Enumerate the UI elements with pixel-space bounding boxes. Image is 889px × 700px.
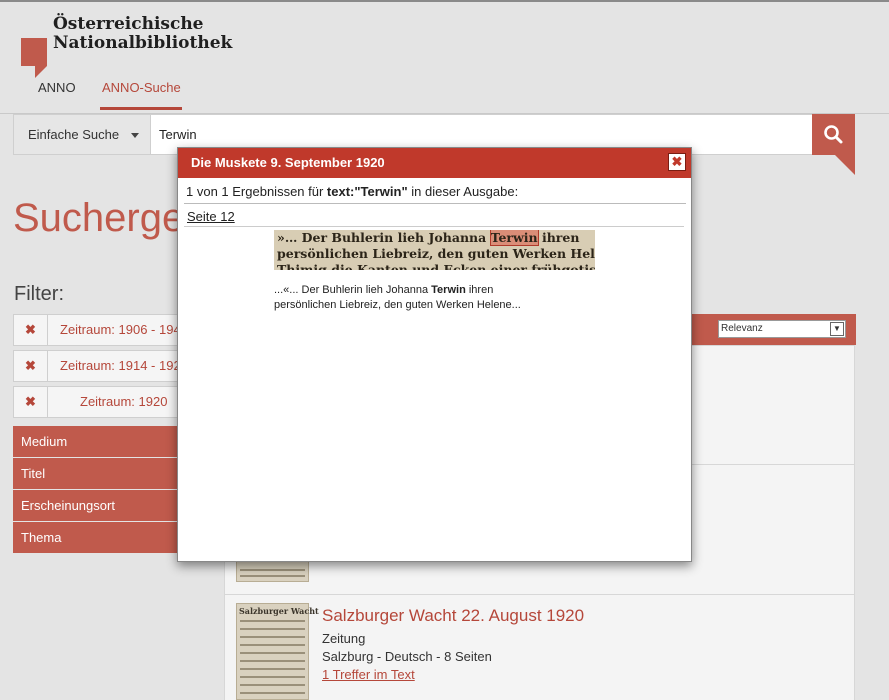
search-button-tail [834,154,855,175]
search-mode-dropdown[interactable]: Einfache Suche [14,115,151,154]
hit-snippet: ...«... Der Buhlerin lieh Johanna Terwin… [274,283,574,313]
search-button[interactable] [812,114,855,155]
scan-text: ihren [537,230,580,245]
nav-active-indicator [100,107,182,110]
top-border [0,0,889,2]
thumbnail-masthead: Salzburger Wacht [239,606,319,616]
dialog-header: Die Muskete 9. September 1920 ✖ [178,148,691,178]
scan-text: »… Der Buhlerin lieh Johanna [277,230,491,245]
snippet-text: ihren [465,284,494,296]
dialog-divider [184,226,684,227]
remove-filter-icon[interactable]: ✖ [14,387,48,417]
result-hits-link[interactable]: 1 Treffer im Text [322,667,415,682]
facet-titel[interactable]: Titel [13,458,193,489]
nav-anno[interactable]: ANNO [38,80,76,95]
dialog-divider [184,203,686,204]
result-title[interactable]: Salzburger Wacht 22. August 1920 [322,606,584,626]
result-meta: Salzburg - Deutsch - 8 Seiten [322,649,492,664]
onb-logo-text[interactable]: Österreichische Nationalbibliothek [53,15,232,53]
filter-chip-label: Zeitraum: 1906 - 1945 [60,322,188,337]
filter-chip-zeitraum-1920: ✖ Zeitraum: 1920 [13,386,193,418]
summary-suffix: in dieser Ausgabe: [407,184,519,199]
search-icon [824,125,843,144]
newspaper-thumbnail[interactable] [236,560,309,582]
remove-filter-icon[interactable]: ✖ [14,315,48,345]
nav-anno-suche[interactable]: ANNO-Suche [102,80,181,95]
filter-chip-zeitraum-1906: ✖ Zeitraum: 1906 - 1945 [13,314,193,346]
snippet-hit: Terwin [431,284,466,296]
onb-logo-flag-icon[interactable] [21,38,47,78]
facet-thema[interactable]: Thema [13,522,193,553]
result-type: Zeitung [322,631,366,646]
search-mode-label: Einfache Suche [28,127,120,142]
scan-text: Thimig die Kanten und Ecken einer frühgo… [277,262,595,270]
dialog-summary: 1 von 1 Ergebnissen für text:"Terwin" in… [186,184,518,199]
facet-erscheinungsort[interactable]: Erscheinungsort [13,490,193,521]
snippet-text: persönlichen Liebreiz, den guten Werken … [274,299,521,311]
remove-filter-icon[interactable]: ✖ [14,351,48,381]
logo-line-2: Nationalbibliothek [53,33,233,53]
filter-heading: Filter: [14,283,64,305]
hits-dialog: Die Muskete 9. September 1920 ✖ 1 von 1 … [177,147,692,562]
sort-select[interactable]: Relevanz ▼ [718,320,846,338]
snippet-text: ...«... Der Buhlerin lieh Johanna [274,284,432,296]
summary-query: text:"Terwin" [326,184,408,199]
scan-excerpt-image[interactable]: »… Der Buhlerin lieh Johanna Terwin ihre… [274,230,595,270]
sort-select-value: Relevanz [721,323,763,334]
scan-highlight: Terwin [489,230,539,246]
filter-chip-zeitraum-1914: ✖ Zeitraum: 1914 - 1920 [13,350,193,382]
filter-chip-label: Zeitraum: 1914 - 1920 [60,358,188,373]
summary-prefix: 1 von 1 Ergebnissen für [186,184,327,199]
scan-text: persönlichen Liebreiz, den guten Werken … [277,246,595,261]
newspaper-thumbnail[interactable]: Salzburger Wacht [236,603,319,700]
dialog-title: Die Muskete 9. September 1920 [191,155,385,170]
page-link[interactable]: Seite 12 [187,209,235,224]
logo-line-1: Österreichische [53,14,204,34]
facet-medium[interactable]: Medium [13,426,193,457]
chevron-down-icon: ▼ [830,322,844,336]
filter-chip-label: Zeitraum: 1920 [80,394,168,409]
close-icon[interactable]: ✖ [668,153,686,171]
chevron-down-icon [131,133,139,138]
